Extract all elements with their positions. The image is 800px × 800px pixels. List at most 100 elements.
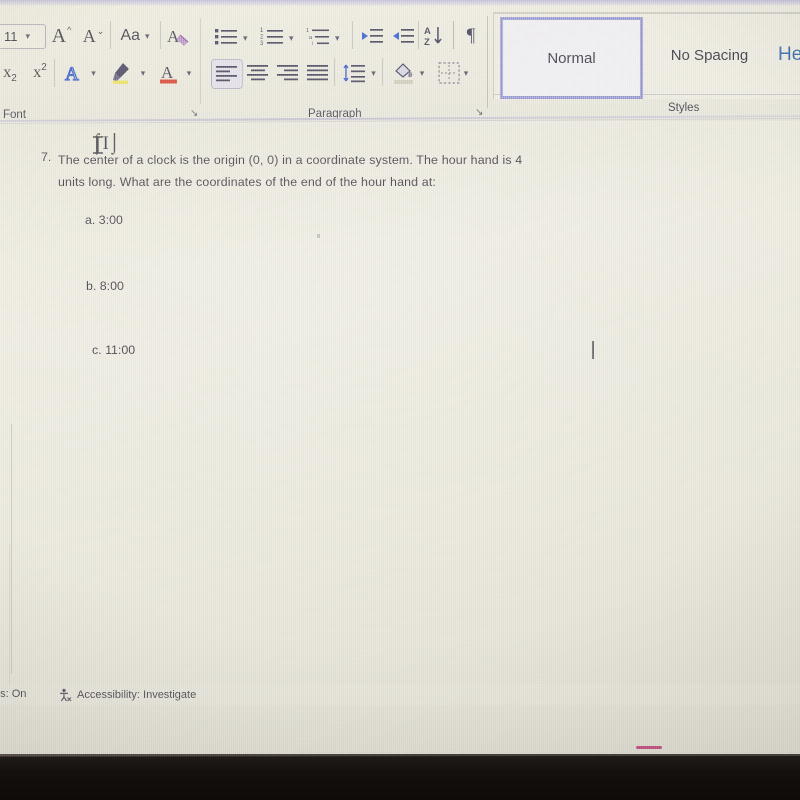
question-line-2: units long. What are the coordinates of … [58,175,437,189]
shrink-font-icon: A [82,25,96,46]
increase-indent-button[interactable] [389,23,417,49]
up-chevron-icon: ^ [67,25,72,35]
chevron-down-icon: ▾ [186,67,192,78]
highlighter-icon [112,63,129,84]
sort-button[interactable]: A Z [423,22,451,50]
style-item-normal[interactable]: Normal [500,17,643,99]
status-predictions[interactable]: ns: On [0,688,26,700]
clear-formatting-button[interactable]: A [166,24,194,49]
bullets-button[interactable] [212,23,240,49]
shrink-font-button[interactable]: A ⌄ [80,23,106,49]
style-label-heading1: Hea [778,44,800,65]
style-item-no-spacing[interactable]: No Spacing [642,17,777,93]
center-button[interactable] [244,60,272,86]
font-size-input[interactable]: 11 ▾ [0,24,46,49]
ibeam-cursor-glyph [93,136,103,154]
style-item-heading1[interactable]: Hea [778,17,800,93]
question-line-1: The center of a clock is the origin (0, … [58,153,523,167]
subscript-sub: 2 [11,72,17,84]
superscript-button[interactable]: x 2 [26,61,54,85]
laptop-screen: 11 ▾ A ^ A ⌄ Aa ▾ A x 2 x 2 A ▾ ▾ A ▾ ▾ … [0,0,800,756]
question-part-c: c. 11:00 [92,343,136,357]
multilevel-list-icon: 1 a i [306,28,329,46]
document-canvas[interactable]: 7. The center of a clock is the origin (… [0,124,800,684]
superscript-icon: x [33,64,42,81]
decrease-indent-icon [362,29,383,43]
align-right-icon [277,65,298,81]
numbering-button[interactable]: 1 2 3 [258,23,286,49]
styles-group-label: Styles [668,102,700,114]
align-right-button[interactable] [274,60,302,86]
text-highlight-color-button[interactable]: ▾ [104,60,150,86]
borders-button[interactable]: ▾ [432,60,474,86]
chevron-down-icon: ▾ [419,67,425,78]
svg-text:1: 1 [306,28,309,34]
line-spacing-icon [343,64,366,83]
text-effects-icon: A [65,63,80,84]
numbering-chevron-down-icon[interactable]: ▾ [289,33,294,44]
status-accessibility-label: Accessibility: Investigate [77,689,197,701]
bullets-chevron-down-icon[interactable]: ▾ [243,33,248,44]
grow-font-button[interactable]: A ^ [48,23,74,49]
taskbar: P [0,705,800,756]
increase-indent-icon [393,29,414,43]
bullets-icon [215,29,237,45]
borders-icon [438,62,460,84]
pilcrow-icon: ¶ [466,25,476,46]
font-dialog-launcher[interactable]: ↘ [190,108,198,119]
numbering-icon: 1 2 3 [260,28,283,46]
multilevel-chevron-down-icon[interactable]: ▾ [335,33,340,44]
style-label-normal: Normal [547,49,596,67]
question-part-b: b. 8:00 [86,279,124,293]
chevron-down-icon: ▾ [145,30,150,41]
svg-text:1: 1 [260,28,264,34]
style-label-no-spacing: No Spacing [670,46,749,64]
font-color-icon: A [159,63,177,84]
status-predictions-label: ns: On [0,688,27,700]
align-left-button[interactable] [211,59,243,89]
laptop-bezel [0,754,800,800]
align-left-icon [216,66,237,82]
font-size-value: 11 [4,29,18,44]
chevron-down-icon: ▾ [463,67,469,78]
chevron-down-icon: ▾ [140,67,146,78]
svg-text:A: A [424,26,431,37]
justify-icon [307,65,328,81]
page-left-edge-2 [9,544,10,684]
svg-text:A: A [167,27,180,46]
superscript-sup: 2 [41,61,47,73]
sort-icon: A Z [424,26,442,48]
chevron-down-icon: ▾ [91,67,96,78]
line-and-paragraph-spacing-button[interactable]: ▾ [339,60,379,86]
svg-text:i: i [312,41,313,46]
word-active-indicator [636,746,662,749]
clear-formatting-icon: A [167,27,189,46]
center-icon [247,65,268,81]
decrease-indent-button[interactable] [358,23,386,49]
subscript-button[interactable]: x 2 [0,61,24,85]
text-effects-button[interactable]: A ▾ [60,60,100,86]
multilevel-list-button[interactable]: 1 a i [304,23,332,49]
svg-text:A: A [65,64,79,84]
styles-gallery: Normal No Spacing Hea [493,12,800,99]
text-cursor [592,341,594,359]
svg-text:A: A [161,63,174,82]
screen-speck [317,234,320,238]
ribbon: 11 ▾ A ^ A ⌄ Aa ▾ A x 2 x 2 A ▾ ▾ A ▾ ▾ … [0,6,800,121]
justify-button[interactable] [304,60,332,86]
accessibility-icon [60,688,72,702]
question-part-a: a. 3:00 [85,213,123,227]
page-left-edge [11,424,12,674]
svg-text:3: 3 [260,41,264,46]
show-hide-paragraph-marks-button[interactable]: ¶ [458,23,484,49]
bezel-sheen [0,754,800,757]
svg-text:2: 2 [260,35,264,41]
shading-paint-bucket-icon [393,63,413,84]
change-case-icon: Aa [120,27,141,44]
question-number: 7. [41,150,52,164]
font-color-button[interactable]: A ▾ [152,60,198,86]
shading-button[interactable]: ▾ [388,60,428,86]
subscript-icon: x [3,64,12,81]
status-accessibility[interactable]: Accessibility: Investigate [58,688,196,702]
change-case-button[interactable]: Aa ▾ [117,25,153,47]
